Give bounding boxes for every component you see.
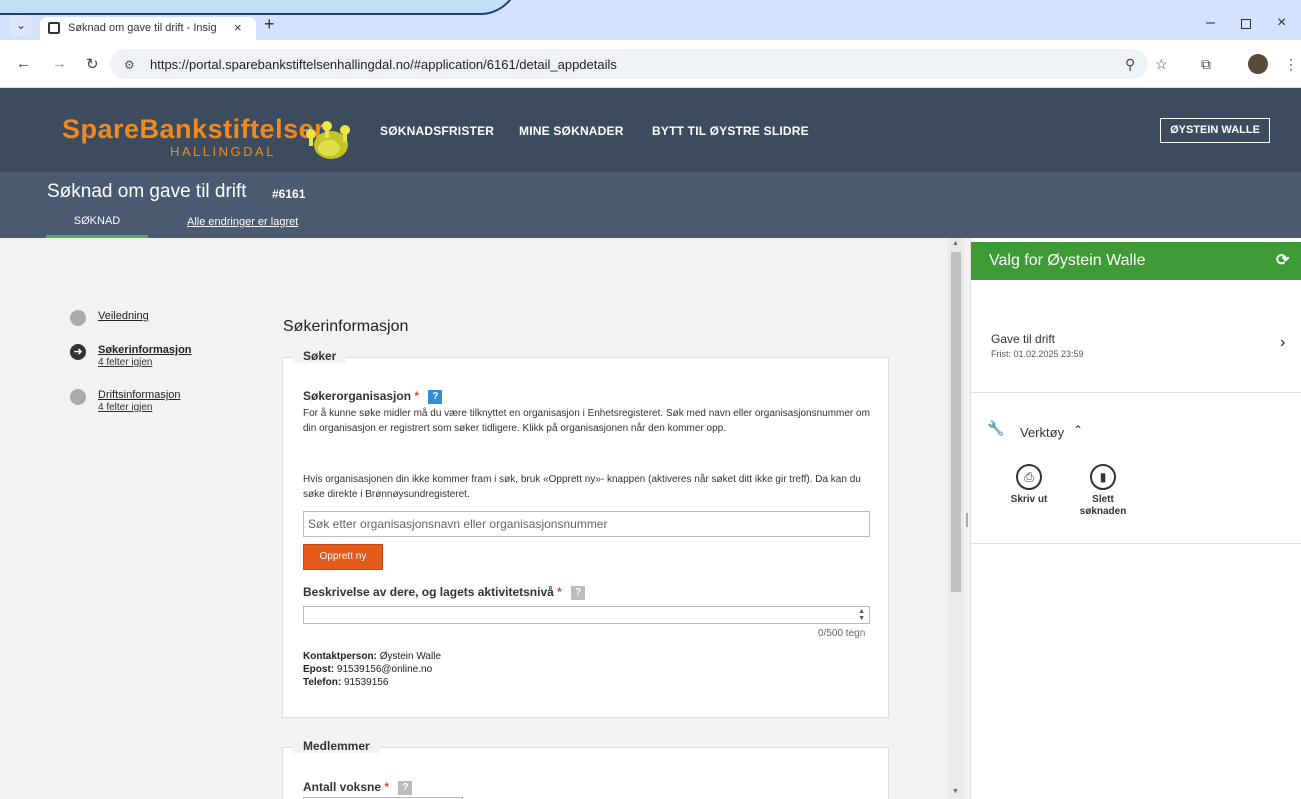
- forward-icon[interactable]: →: [52, 55, 67, 72]
- tab-favicon-icon: [48, 22, 60, 34]
- step-remaining[interactable]: 4 felter igjen: [98, 357, 152, 368]
- splitter-grip[interactable]: [966, 513, 968, 527]
- description-label-text: Beskrivelse av dere, og lagets aktivitet…: [303, 585, 554, 599]
- scroll-up-icon[interactable]: ▲: [952, 240, 959, 247]
- adults-label: Antall voksne * ?: [303, 780, 413, 795]
- right-panel: Valg for Øystein Walle ⟳ Gave til drift …: [970, 238, 1301, 799]
- chevron-up-icon[interactable]: ⌃: [1073, 423, 1083, 437]
- nav-bytt-til-oystre-slidre[interactable]: BYTT TIL ØYSTRE SLIDRE: [652, 124, 809, 138]
- required-mark: *: [384, 780, 390, 794]
- medlemmer-fieldset: Medlemmer Antall voksne * ?: [282, 739, 889, 799]
- divider: [971, 543, 1301, 544]
- phone-value: 91539156: [343, 677, 389, 688]
- contact-phone: Telefon: 91539156: [303, 677, 388, 688]
- wrench-icon: 🔧: [987, 420, 1005, 436]
- step-status-icon: [70, 310, 86, 326]
- back-icon[interactable]: ←: [16, 55, 31, 72]
- resize-stepper-icon[interactable]: ▲ ▼: [858, 608, 865, 622]
- right-panel-title: Valg for Øystein Walle: [989, 252, 1146, 269]
- window-maximize-icon[interactable]: [1241, 19, 1251, 29]
- browser-toolbar: ← → ↻ ⚙ https://portal.sparebankstiftels…: [0, 40, 1301, 88]
- tab-close-icon[interactable]: ×: [234, 20, 242, 35]
- section-title: Søkerinformasjon: [283, 318, 409, 335]
- step-label[interactable]: Søkerinformasjon: [98, 344, 192, 356]
- right-panel-header: Valg for Øystein Walle ⟳: [971, 242, 1301, 280]
- org-label: Søkerorganisasjon * ?: [303, 389, 443, 404]
- step-label[interactable]: Veiledning: [98, 310, 149, 322]
- help-icon[interactable]: ?: [428, 390, 443, 404]
- saved-status-link[interactable]: Alle endringer er lagret: [187, 216, 298, 228]
- contact-label: Kontaktperson:: [303, 651, 377, 662]
- application-id: #6161: [272, 187, 306, 201]
- chevron-right-icon[interactable]: ›: [1280, 334, 1285, 352]
- phone-label: Telefon:: [303, 677, 342, 688]
- nav-mine-soknader[interactable]: MINE SØKNADER: [519, 124, 624, 138]
- delete-label: Slett søknaden: [1079, 494, 1127, 517]
- email-label: Epost:: [303, 664, 335, 675]
- window-close-icon[interactable]: ×: [1277, 14, 1286, 32]
- print-icon: ⎙: [1016, 464, 1042, 490]
- grant-deadline: Frist: 01.02.2025 23:59: [991, 349, 1084, 359]
- contact-email: Epost: 91539156@online.no: [303, 664, 432, 675]
- window-minimize-icon[interactable]: –: [1206, 14, 1215, 32]
- divider: [971, 392, 1301, 393]
- page-title: Søknad om gave til drift: [47, 181, 247, 202]
- tab-soknad[interactable]: SØKNAD: [46, 215, 148, 238]
- trash-icon: ▮: [1090, 464, 1116, 490]
- org-help-text-2: Hvis organisasjonen din ikke kommer fram…: [303, 474, 861, 500]
- fieldset-legend: Søker: [293, 349, 347, 363]
- site-header: SpareBankstiftelsen HALLINGDAL SØKNADSFR…: [0, 88, 1301, 172]
- site-info-icon[interactable]: ⚙: [124, 58, 135, 72]
- logo-subtext: HALLINGDAL: [170, 144, 276, 159]
- tab-title: Søknad om gave til drift - Insig: [68, 22, 217, 34]
- scroll-thumb[interactable]: [951, 252, 961, 592]
- nav-soknadsfrister[interactable]: SØKNADSFRISTER: [380, 124, 494, 138]
- user-button[interactable]: ØYSTEIN WALLE: [1160, 118, 1270, 143]
- logo-text[interactable]: SpareBankstiftelsen: [62, 114, 331, 145]
- delete-application-button[interactable]: ▮ Slett søknaden: [1073, 464, 1133, 518]
- create-new-button[interactable]: Opprett ny: [303, 544, 383, 570]
- required-mark: *: [557, 585, 562, 599]
- soker-fieldset: Søker Søkerorganisasjon * ? For å kunne …: [282, 349, 889, 718]
- chrome-menu-icon[interactable]: ⋮: [1284, 56, 1298, 73]
- contact-person: Kontaktperson: Øystein Walle: [303, 651, 441, 662]
- tab-search-icon[interactable]: ⌄: [10, 14, 32, 36]
- print-button[interactable]: ⎙ Skriv ut: [999, 464, 1059, 506]
- contact-value: Øystein Walle: [379, 651, 442, 662]
- adults-label-text: Antall voksne: [303, 780, 382, 794]
- step-remaining[interactable]: 4 felter igjen: [98, 402, 152, 413]
- description-textarea[interactable]: ▲ ▼: [303, 606, 870, 624]
- character-counter: 0/500 tegn: [818, 628, 866, 639]
- profile-avatar[interactable]: [1248, 54, 1268, 74]
- grant-name[interactable]: Gave til drift: [991, 332, 1055, 346]
- help-icon[interactable]: ?: [398, 781, 413, 795]
- url-text[interactable]: https://portal.sparebankstiftelsenhallin…: [150, 57, 617, 72]
- refresh-icon[interactable]: ⟳: [1276, 250, 1289, 270]
- arrow-right-icon: ➜: [70, 344, 86, 360]
- org-label-text: Søkerorganisasjon: [303, 389, 412, 403]
- logo-mark-icon[interactable]: [305, 120, 353, 160]
- main-content: Veiledning ➜ Søkerinformasjon 4 felter i…: [0, 238, 948, 799]
- new-tab-icon[interactable]: +: [264, 14, 275, 35]
- tools-toggle[interactable]: Verktøy: [1020, 425, 1064, 440]
- email-value: 91539156@online.no: [336, 664, 433, 675]
- reload-icon[interactable]: ↻: [86, 55, 99, 73]
- bookmark-star-icon[interactable]: ☆: [1155, 56, 1168, 73]
- scroll-down-icon[interactable]: ▼: [952, 788, 959, 795]
- step-label[interactable]: Driftsinformasjon: [98, 389, 181, 401]
- required-mark: *: [414, 389, 420, 403]
- org-help-text: For å kunne søke midler må du være tilkn…: [303, 408, 870, 434]
- zoom-icon[interactable]: ⚲: [1125, 56, 1135, 73]
- main-scrollbar[interactable]: ▲ ▼: [948, 238, 964, 799]
- help-icon[interactable]: ?: [571, 586, 586, 600]
- application-header: Søknad om gave til drift #6161 SØKNAD Al…: [0, 172, 1301, 238]
- browser-tab[interactable]: Søknad om gave til drift - Insig ×: [40, 17, 256, 40]
- description-label: Beskrivelse av dere, og lagets aktivitet…: [303, 585, 586, 600]
- decorative-overlay: [0, 0, 520, 15]
- extensions-icon[interactable]: ⧉: [1201, 56, 1211, 73]
- fieldset-legend: Medlemmer: [293, 739, 380, 753]
- org-search-input[interactable]: [303, 511, 870, 537]
- step-status-icon: [70, 389, 86, 405]
- print-label: Skriv ut: [1010, 494, 1048, 505]
